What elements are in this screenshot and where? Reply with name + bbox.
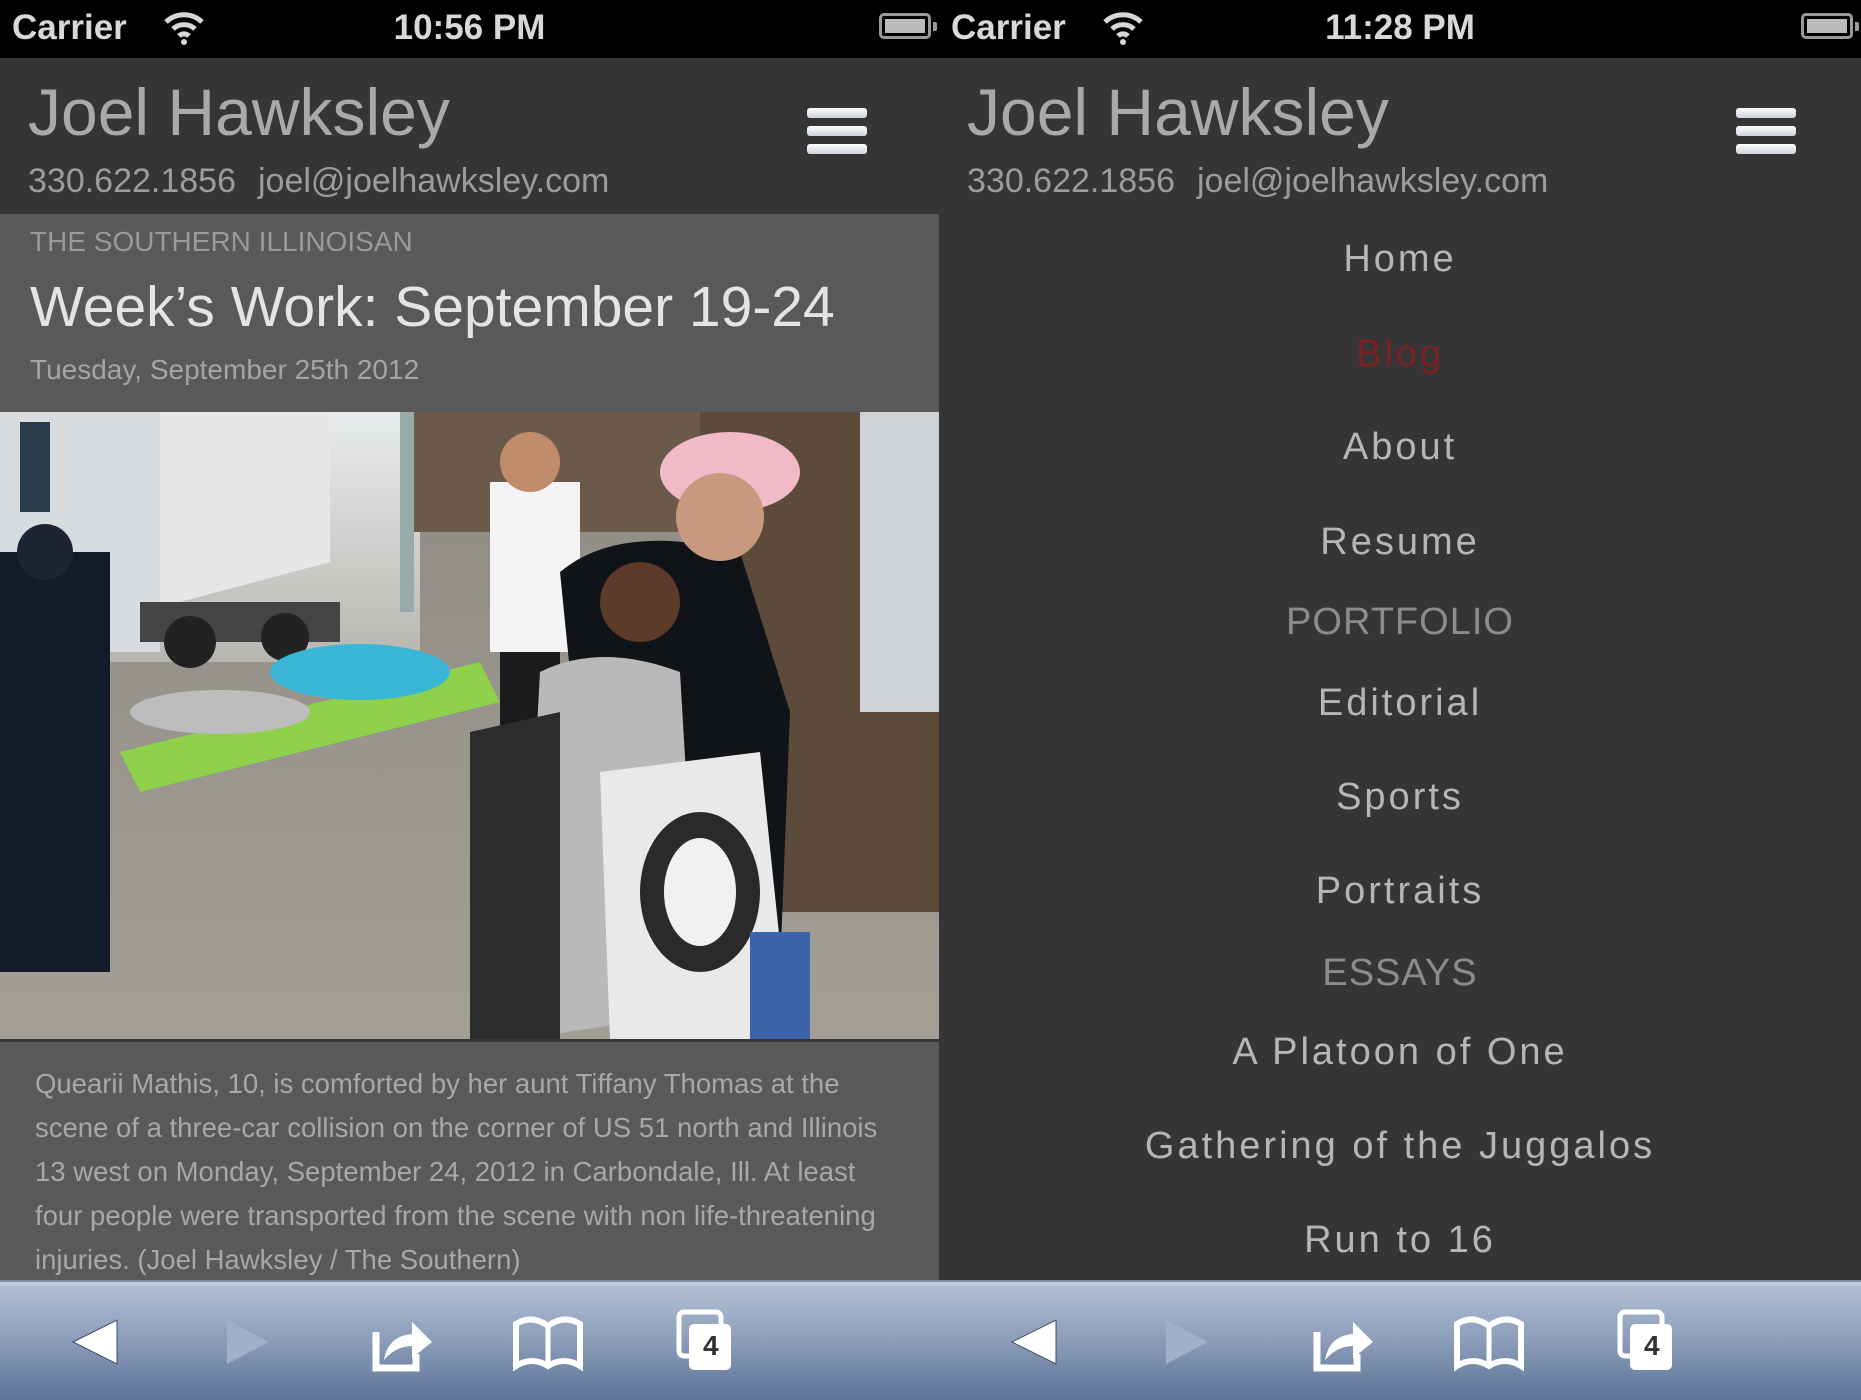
post-category: THE SOUTHERN ILLINOISAN (30, 226, 413, 257)
status-bar: Carrier 10:56 PM (0, 0, 939, 58)
hamburger-menu-icon[interactable] (1736, 108, 1796, 154)
phone-link[interactable]: 330.622.1856 (967, 162, 1175, 200)
menu-item-about[interactable]: About (939, 426, 1861, 469)
site-header: Joel Hawksley 330.622.1856 joel@joelhawks… (939, 58, 1861, 214)
tabs-count: 4 (703, 1330, 719, 1361)
photo-illustration (0, 412, 939, 1039)
contact-info: 330.622.1856 joel@joelhawksley.com (28, 162, 609, 201)
bookmarks-book-icon[interactable] (1449, 1304, 1529, 1380)
menu-section-essays: ESSAYS (1322, 952, 1478, 994)
bookmarks-book-icon[interactable] (508, 1304, 588, 1380)
forward-arrow-icon[interactable] (205, 1304, 285, 1380)
battery-icon (1801, 13, 1859, 39)
status-bar: Carrier 11:28 PM (939, 0, 1861, 58)
tabs-icon[interactable]: 4 (1606, 1304, 1686, 1380)
menu-item-sports[interactable]: Sports (939, 776, 1861, 819)
site-header: Joel Hawksley 330.622.1856 joel@joelhawks… (0, 58, 939, 214)
back-arrow-icon[interactable] (994, 1304, 1074, 1380)
menu-item-blog[interactable]: Blog (939, 333, 1861, 376)
back-arrow-icon[interactable] (55, 1304, 135, 1380)
menu-item-home[interactable]: Home (939, 238, 1861, 281)
share-icon[interactable] (1301, 1304, 1381, 1380)
clock-time: 10:56 PM (393, 8, 546, 47)
navigation-menu: Home Blog About Resume PORTFOLIO Editori… (939, 214, 1861, 1280)
clock-time: 11:28 PM (1325, 8, 1475, 47)
hamburger-menu-icon[interactable] (807, 108, 867, 154)
menu-item-resume[interactable]: Resume (939, 521, 1861, 564)
share-icon[interactable] (360, 1304, 440, 1380)
battery-icon (879, 13, 937, 39)
left-phone-screen: Carrier 10:56 PM Joel Hawksley 330.622.1… (0, 0, 939, 1400)
site-name-link[interactable]: Joel Hawksley (28, 74, 450, 150)
post-date: Tuesday, September 25th 2012 (30, 354, 420, 385)
caption-text: Quearii Mathis, 10, is comforted by her … (35, 1068, 878, 1275)
browser-toolbar: 4 (939, 1280, 1861, 1400)
post-photo (0, 412, 939, 1039)
email-link[interactable]: joel@joelhawksley.com (1197, 162, 1548, 200)
tabs-icon[interactable]: 4 (665, 1304, 745, 1380)
email-link[interactable]: joel@joelhawksley.com (258, 162, 609, 200)
site-name-link[interactable]: Joel Hawksley (967, 74, 1389, 150)
menu-item-editorial[interactable]: Editorial (939, 682, 1861, 725)
post-title[interactable]: Week’s Work: September 19-24 (30, 274, 835, 340)
forward-arrow-icon[interactable] (1144, 1304, 1224, 1380)
menu-item-portraits[interactable]: Portraits (939, 870, 1861, 913)
menu-item-run-to-16[interactable]: Run to 16 (939, 1219, 1861, 1262)
browser-toolbar: 4 (0, 1280, 939, 1400)
menu-section-portfolio: PORTFOLIO (1286, 601, 1514, 643)
photo-caption: Quearii Mathis, 10, is comforted by her … (0, 1042, 939, 1280)
tabs-count: 4 (1644, 1330, 1660, 1361)
phone-link[interactable]: 330.622.1856 (28, 162, 236, 200)
contact-info: 330.622.1856 joel@joelhawksley.com (967, 162, 1548, 201)
menu-item-gathering-of-the-juggalos[interactable]: Gathering of the Juggalos (939, 1125, 1861, 1168)
right-phone-screen: Carrier 11:28 PM Joel Hawksley 330.622.1… (939, 0, 1861, 1400)
menu-item-a-platoon-of-one[interactable]: A Platoon of One (939, 1031, 1861, 1074)
post-header: THE SOUTHERN ILLINOISAN Week’s Work: Sep… (0, 214, 939, 412)
